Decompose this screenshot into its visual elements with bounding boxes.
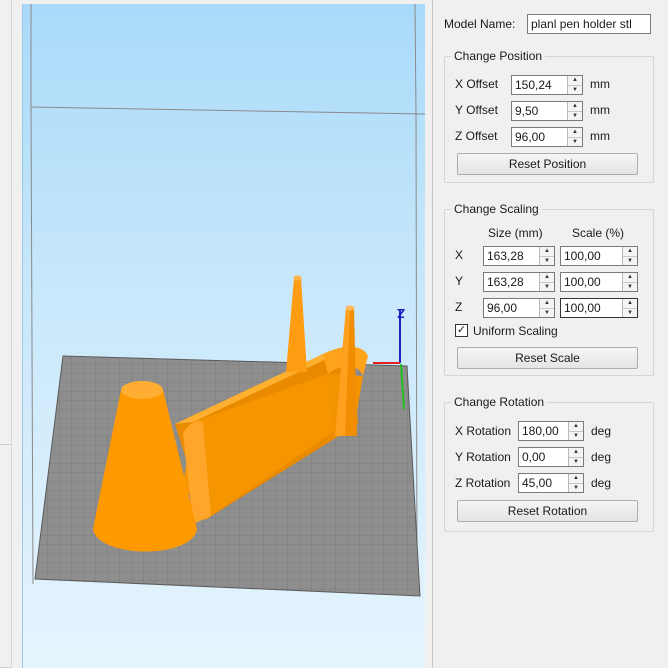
spin-down-icon[interactable]: ▼ [568, 137, 582, 146]
x-rotation-spinbox[interactable]: 180,00 ▲ ▼ [518, 421, 584, 441]
spin-down-icon[interactable]: ▼ [540, 308, 554, 317]
scale-z-stepper[interactable]: ▲ ▼ [622, 299, 637, 317]
x-rotation-value: 180,00 [522, 424, 559, 438]
x-offset-spinbox[interactable]: 150,24 ▲ ▼ [511, 75, 583, 95]
spin-up-icon[interactable]: ▲ [540, 247, 554, 256]
size-y-spinbox[interactable]: 163,28 ▲ ▼ [483, 272, 555, 292]
size-z-value: 96,00 [487, 301, 518, 315]
scale-x-value: 100,00 [564, 249, 601, 263]
uniform-scaling-checkbox[interactable]: ✓ [455, 324, 468, 337]
size-x-spinbox[interactable]: 163,28 ▲ ▼ [483, 246, 555, 266]
x-offset-stepper[interactable]: ▲ ▼ [567, 76, 582, 94]
x-offset-value: 150,24 [515, 78, 552, 92]
scale-y-value: 100,00 [564, 275, 601, 289]
change-rotation-title: Change Rotation [451, 395, 548, 409]
scale-x-spinbox[interactable]: 100,00 ▲ ▼ [560, 246, 638, 266]
spin-down-icon[interactable]: ▼ [569, 483, 583, 492]
uniform-scaling-label: Uniform Scaling [473, 324, 558, 338]
z-offset-unit: mm [590, 129, 610, 143]
spin-up-icon[interactable]: ▲ [623, 273, 637, 282]
spin-up-icon[interactable]: ▲ [569, 448, 583, 457]
model-name-label: Model Name: [444, 17, 516, 31]
y-rotation-stepper[interactable]: ▲ ▼ [568, 448, 583, 466]
reset-position-button[interactable]: Reset Position [457, 153, 638, 175]
scale-z-spinbox[interactable]: 100,00 ▲ ▼ [560, 298, 638, 318]
scale-x-stepper[interactable]: ▲ ▼ [622, 247, 637, 265]
model-name-field[interactable]: planl pen holder stl [527, 14, 651, 34]
y-offset-value: 9,50 [515, 104, 539, 118]
spin-up-icon[interactable]: ▲ [569, 422, 583, 431]
size-y-stepper[interactable]: ▲ ▼ [539, 273, 554, 291]
x-rotation-unit: deg [591, 424, 612, 438]
z-rotation-stepper[interactable]: ▲ ▼ [568, 474, 583, 492]
x-rotation-label: X Rotation [455, 424, 512, 438]
spin-down-icon[interactable]: ▼ [568, 85, 582, 94]
y-rotation-label: Y Rotation [455, 450, 511, 464]
z-rotation-spinbox[interactable]: 45,00 ▲ ▼ [518, 473, 584, 493]
scale-x-label: X [455, 248, 464, 262]
z-offset-stepper[interactable]: ▲ ▼ [567, 128, 582, 146]
spin-down-icon[interactable]: ▼ [623, 256, 637, 265]
reset-rotation-button[interactable]: Reset Rotation [457, 500, 638, 522]
spin-down-icon[interactable]: ▼ [569, 431, 583, 440]
z-offset-value: 96,00 [515, 130, 546, 144]
left-panel-section [0, 470, 11, 668]
z-rotation-label: Z Rotation [455, 476, 511, 490]
z-offset-spinbox[interactable]: 96,00 ▲ ▼ [511, 127, 583, 147]
3d-viewport[interactable]: Z [22, 4, 425, 668]
size-x-value: 163,28 [487, 249, 524, 263]
size-x-stepper[interactable]: ▲ ▼ [539, 247, 554, 265]
left-side-panel [0, 0, 12, 668]
y-offset-spinbox[interactable]: 9,50 ▲ ▼ [511, 101, 583, 121]
z-offset-label: Z Offset [455, 129, 498, 143]
change-position-title: Change Position [451, 49, 546, 63]
spin-down-icon[interactable]: ▼ [540, 256, 554, 265]
scale-y-spinbox[interactable]: 100,00 ▲ ▼ [560, 272, 638, 292]
change-scaling-title: Change Scaling [451, 202, 542, 216]
size-z-spinbox[interactable]: 96,00 ▲ ▼ [483, 298, 555, 318]
z-rotation-unit: deg [591, 476, 612, 490]
spin-down-icon[interactable]: ▼ [540, 282, 554, 291]
object-properties-panel: Model Name: planl pen holder stl Change … [432, 0, 668, 668]
scale-y-stepper[interactable]: ▲ ▼ [622, 273, 637, 291]
spin-up-icon[interactable]: ▲ [569, 474, 583, 483]
size-y-value: 163,28 [487, 275, 524, 289]
z-rotation-value: 45,00 [522, 476, 553, 490]
spin-up-icon[interactable]: ▲ [623, 247, 637, 256]
spin-down-icon[interactable]: ▼ [623, 308, 637, 317]
y-offset-label: Y Offset [455, 103, 498, 117]
3d-scene[interactable]: Z [23, 4, 425, 668]
x-rotation-stepper[interactable]: ▲ ▼ [568, 422, 583, 440]
scale-z-value: 100,00 [564, 301, 601, 315]
spin-down-icon[interactable]: ▼ [623, 282, 637, 291]
spin-down-icon[interactable]: ▼ [569, 457, 583, 466]
spin-up-icon[interactable]: ▲ [540, 273, 554, 282]
y-rotation-spinbox[interactable]: 0,00 ▲ ▼ [518, 447, 584, 467]
left-panel-section [0, 0, 11, 445]
x-offset-unit: mm [590, 77, 610, 91]
y-offset-stepper[interactable]: ▲ ▼ [567, 102, 582, 120]
reset-scale-button[interactable]: Reset Scale [457, 347, 638, 369]
spin-up-icon[interactable]: ▲ [540, 299, 554, 308]
z-axis-label: Z [397, 306, 405, 321]
spin-up-icon[interactable]: ▲ [568, 76, 582, 85]
spin-down-icon[interactable]: ▼ [568, 111, 582, 120]
x-offset-label: X Offset [455, 77, 499, 91]
spin-up-icon[interactable]: ▲ [568, 128, 582, 137]
size-z-stepper[interactable]: ▲ ▼ [539, 299, 554, 317]
scale-y-label: Y [455, 274, 464, 288]
size-column-header: Size (mm) [488, 226, 543, 240]
scale-column-header: Scale (%) [572, 226, 625, 240]
scale-z-label: Z [455, 300, 463, 314]
y-offset-unit: mm [590, 103, 610, 117]
y-rotation-value: 0,00 [522, 450, 546, 464]
spin-up-icon[interactable]: ▲ [623, 299, 637, 308]
y-rotation-unit: deg [591, 450, 612, 464]
spin-up-icon[interactable]: ▲ [568, 102, 582, 111]
